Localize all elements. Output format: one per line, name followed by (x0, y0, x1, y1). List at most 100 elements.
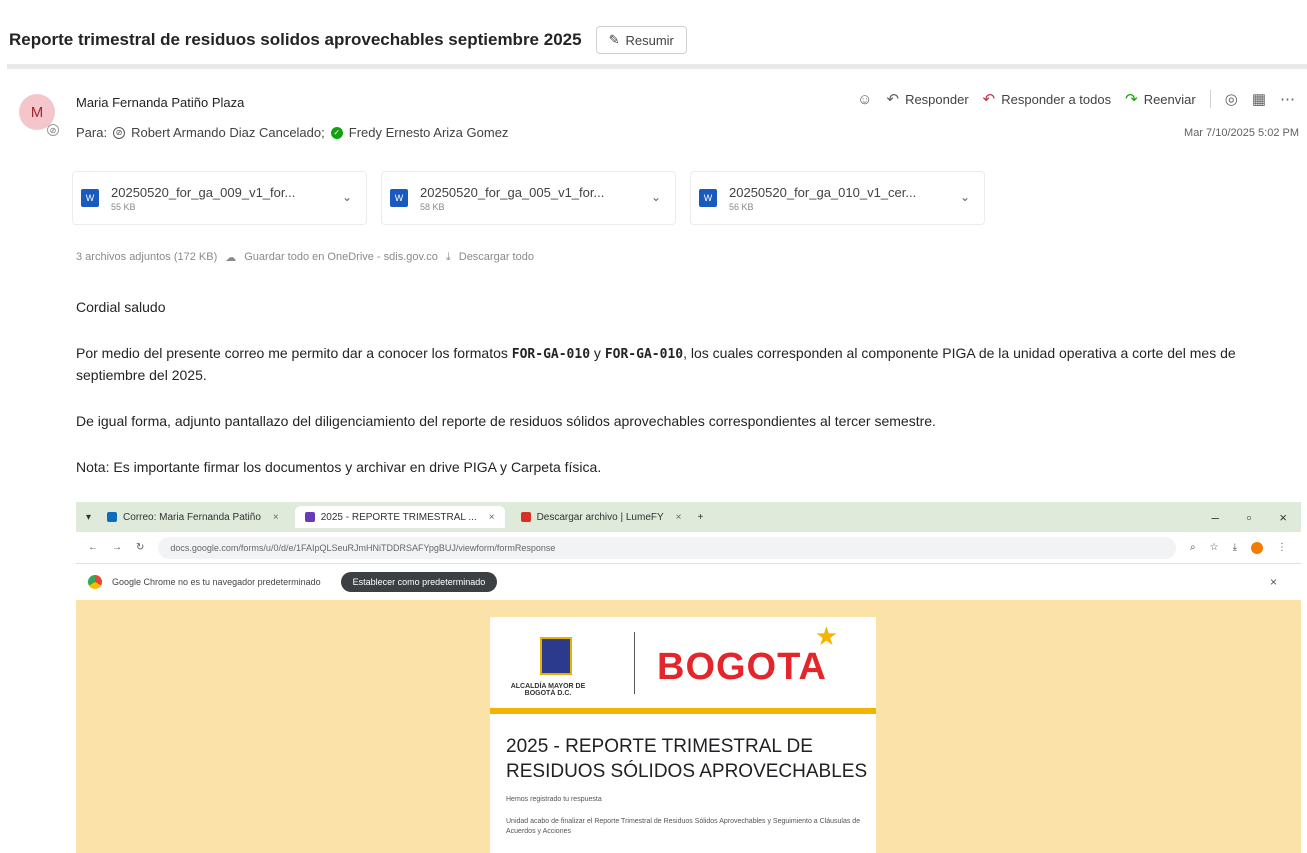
download-site-icon (520, 512, 531, 522)
p1-mid: y (590, 345, 605, 361)
reply-label: Responder (905, 91, 969, 107)
copilot-icon[interactable]: ◎ (1225, 90, 1238, 108)
apps-icon[interactable]: ▦ (1252, 90, 1266, 108)
download-all-link[interactable]: Descargar todo (459, 251, 534, 264)
attachments-summary: 3 archivos adjuntos (172 KB) ☁ Guardar t… (76, 251, 534, 264)
word-file-icon: W (699, 189, 717, 207)
word-file-icon: W (81, 189, 99, 207)
forward-icon: ↷ (1125, 91, 1138, 108)
summarize-icon: ✎ (608, 32, 620, 47)
close-icon: × (675, 511, 682, 523)
bogota-logo: BOGOTA (657, 646, 827, 688)
chevron-down-icon[interactable]: ⌄ (342, 190, 352, 204)
download-toolbar-icon: ⤓ (1232, 542, 1237, 553)
outlook-icon (107, 512, 118, 522)
to-label: Para: (76, 125, 108, 140)
star-logo-icon: ★ (814, 621, 838, 651)
forms-icon (304, 512, 315, 522)
attachment-card[interactable]: W 20250520_for_ga_009_v1_for... 55 KB ⌄ (72, 171, 367, 225)
banner-divider (634, 631, 635, 694)
tab-label: 2025 - REPORTE TRIMESTRAL ... (320, 511, 477, 523)
presence-icon: ⊘ (47, 124, 59, 136)
cloud-icon: ☁ (225, 252, 237, 264)
emoji-icon[interactable]: ☺ (857, 91, 872, 108)
attachment-card[interactable]: W 20250520_for_ga_005_v1_for... 58 KB ⌄ (381, 171, 676, 225)
form-response-text: Hemos registrado tu respuesta (506, 796, 602, 803)
new-tab-icon: + (697, 511, 704, 523)
forward-label: Reenviar (1143, 91, 1196, 107)
close-icon: × (488, 511, 495, 523)
reply-all-icon: ↶ (982, 91, 996, 108)
bogota-crest-icon (540, 636, 572, 675)
format-code-2: FOR-GA-010 (604, 347, 684, 362)
close-window-icon: × (1279, 509, 1287, 525)
greeting: Cordial saludo (76, 299, 166, 315)
download-icon: ⤓ (445, 251, 451, 263)
attachments-count: 3 archivos adjuntos (172 KB) (76, 251, 218, 263)
close-icon: × (272, 511, 279, 523)
infobar-text: Google Chrome no es tu navegador predete… (112, 577, 321, 587)
alcaldia-label: ALCALDÍA MAYOR DE BOGOTÁ D.C. (510, 683, 586, 697)
more-icon[interactable]: ⋯ (1280, 90, 1295, 108)
email-subject: Reporte trimestral de residuos solidos a… (9, 30, 582, 49)
google-form-card: ALCALDÍA MAYOR DE BOGOTÁ D.C. BOGOTA ★ 2… (490, 617, 876, 853)
chrome-infobar: Google Chrome no es tu navegador predete… (76, 564, 1301, 600)
embedded-screenshot: ▾ Correo: Maria Fernanda Patiño × 2025 -… (76, 502, 1301, 853)
recipient-status-icon: ⊘ (113, 126, 126, 139)
reply-icon: ↶ (886, 91, 900, 108)
form-title: 2025 - REPORTE TRIMESTRAL DE RESIDUOS SÓ… (506, 736, 868, 782)
browser-tabbar: ▾ Correo: Maria Fernanda Patiño × 2025 -… (76, 502, 1301, 532)
toolbar-icons: ⌕ ☆ ⤓ ⋮ (1190, 541, 1301, 554)
star-icon: ☆ (1209, 542, 1219, 553)
chevron-down-icon[interactable]: ⌄ (960, 190, 970, 204)
browser-tab: 2025 - REPORTE TRIMESTRAL ... × (294, 506, 505, 528)
browser-tab: Descargar archivo | LumeFY × (511, 506, 692, 528)
address-field: docs.google.com/forms/u/0/d/e/1FAIpQLSeu… (158, 536, 1176, 559)
browser-tab: Correo: Maria Fernanda Patiño × (97, 506, 289, 528)
close-icon: × (1269, 575, 1277, 589)
message-date: Mar 7/10/2025 5:02 PM (1184, 127, 1299, 139)
top-strip (0, 0, 1307, 18)
reply-all-label: Responder a todos (1001, 91, 1112, 107)
recipient-2[interactable]: Fredy Ernesto Ariza Gomez (349, 125, 509, 140)
attachment-name: 20250520_for_ga_010_v1_cer... (729, 184, 917, 200)
chrome-icon (88, 575, 102, 589)
reply-button[interactable]: ↶ Responder (886, 90, 968, 108)
chevron-down-icon[interactable]: ⌄ (651, 190, 661, 204)
tab-label: Descargar archivo | LumeFY (536, 511, 664, 523)
recipient-1[interactable]: Robert Armando Diaz Cancelado; (131, 125, 325, 140)
sender-name[interactable]: Maria Fernanda Patiño Plaza (76, 95, 244, 110)
message-header: M ⊘ Maria Fernanda Patiño Plaza Para: ⊘ … (0, 78, 1307, 148)
recipient-available-icon: ✓ (330, 126, 343, 139)
maximize-icon: ▫ (1246, 509, 1252, 525)
separator (1209, 90, 1211, 108)
forward-button[interactable]: ↷ Reenviar (1125, 90, 1196, 108)
form-banner: ALCALDÍA MAYOR DE BOGOTÁ D.C. BOGOTA ★ (490, 617, 876, 714)
tab-label: Correo: Maria Fernanda Patiño (123, 511, 261, 523)
save-all-onedrive-link[interactable]: Guardar todo en OneDrive - sdis.gov.co (244, 251, 438, 264)
recipients-line: Para: ⊘ Robert Armando Diaz Cancelado; ✓… (76, 125, 508, 140)
attachment-card[interactable]: W 20250520_for_ga_010_v1_cer... 56 KB ⌄ (690, 171, 985, 225)
reload-icon: ↻ (136, 542, 145, 553)
body-paragraph-1: Por medio del presente correo me permito… (76, 343, 1266, 386)
subject-bar: Reporte trimestral de residuos solidos a… (0, 18, 1307, 62)
divider (7, 64, 1307, 69)
message-actions: ☺ ↶ Responder ↶ Responder a todos ↷ Reen… (857, 90, 1295, 108)
summarize-label: Resumir (625, 32, 674, 48)
attachment-size: 58 KB (420, 201, 445, 212)
set-default-button: Establecer como predeterminado (340, 572, 498, 592)
profile-icon (1251, 541, 1263, 554)
attachment-name: 20250520_for_ga_005_v1_for... (420, 184, 605, 200)
attachment-size: 55 KB (111, 201, 136, 212)
back-icon: ← (88, 542, 98, 553)
reply-all-button[interactable]: ↶ Responder a todos (983, 90, 1111, 108)
format-code-1: FOR-GA-010 (511, 347, 591, 362)
body-paragraph-2: De igual forma, adjunto pantallazo del d… (76, 413, 936, 429)
attachment-size: 56 KB (729, 201, 754, 212)
summarize-button[interactable]: ✎ Resumir (595, 26, 687, 54)
word-file-icon: W (390, 189, 408, 207)
attachment-name: 20250520_for_ga_009_v1_for... (111, 184, 296, 200)
minimize-icon: – (1211, 509, 1219, 525)
forward-nav-icon: → (112, 542, 122, 553)
window-controls: – ▫ × (1212, 510, 1301, 525)
